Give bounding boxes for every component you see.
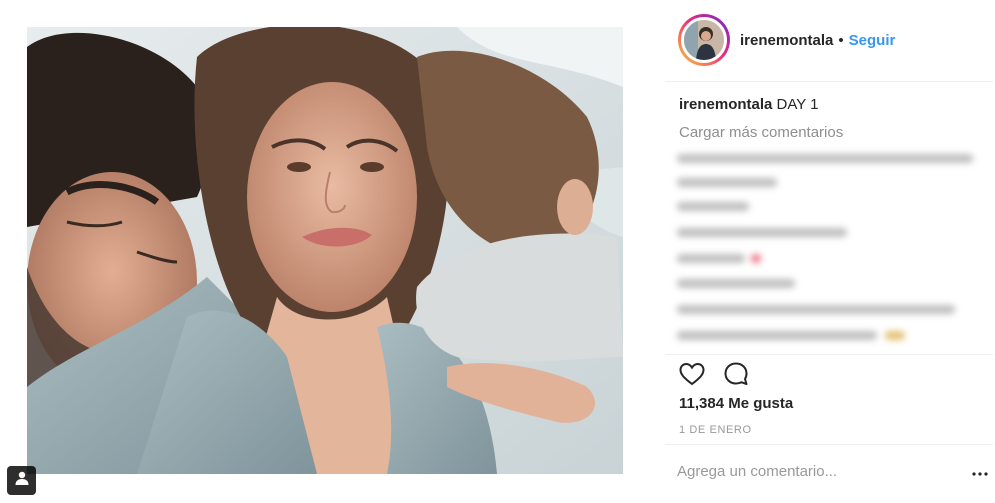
post-photo xyxy=(27,27,623,474)
heart-icon[interactable] xyxy=(679,362,705,386)
add-comment-input[interactable] xyxy=(677,463,947,480)
caption-text: DAY 1 xyxy=(776,96,819,113)
load-more-comments-button[interactable]: Cargar más comentarios xyxy=(679,124,843,141)
avatar[interactable] xyxy=(681,17,727,63)
post-header: irenemontala • Seguir xyxy=(678,13,988,67)
tagged-people-button[interactable] xyxy=(7,466,36,495)
more-options-icon[interactable] xyxy=(972,466,988,482)
caption-username[interactable]: irenemontala xyxy=(679,96,772,113)
header-separator: • xyxy=(838,31,844,49)
blurred-comments xyxy=(677,150,993,355)
likes-count[interactable]: 11,384 Me gusta xyxy=(679,395,793,412)
post-image[interactable] xyxy=(27,27,623,474)
follow-button[interactable]: Seguir xyxy=(849,32,896,49)
post-side-panel: irenemontala • Seguir irenemontala DAY 1… xyxy=(665,0,995,503)
post-actions xyxy=(679,360,749,388)
avatar-story-ring[interactable] xyxy=(678,14,730,66)
comment-bubble-icon[interactable] xyxy=(723,361,749,387)
post-date[interactable]: 1 DE ENERO xyxy=(679,424,752,436)
divider xyxy=(665,354,993,355)
header-username[interactable]: irenemontala xyxy=(740,32,833,49)
post-caption: irenemontala DAY 1 xyxy=(679,96,819,113)
divider xyxy=(665,81,993,82)
person-tag-icon xyxy=(14,470,30,491)
divider xyxy=(665,444,993,445)
